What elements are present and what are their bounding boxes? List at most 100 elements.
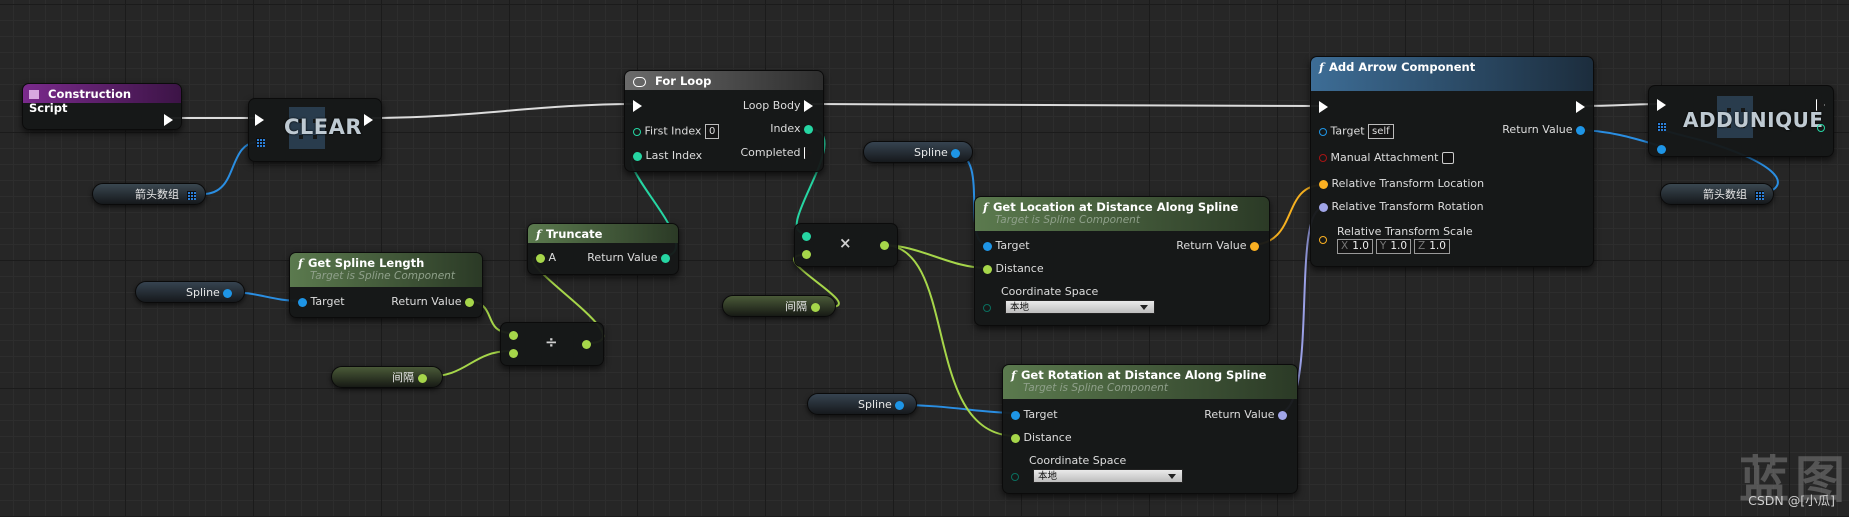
add-arrow-exec-in[interactable] [1319,100,1328,114]
get-rotation-target-pin[interactable]: Target [1011,408,1058,422]
forloop-exec-in[interactable] [633,99,642,113]
object-pin-icon [1319,127,1327,136]
target-label: Target [995,239,1030,252]
add-arrow-return-pin[interactable]: Return Value [1502,123,1585,137]
float-pin-icon [880,240,889,250]
interval-variable[interactable]: 间隔 [722,295,836,317]
scale-z-value: 1.0 [1429,240,1446,252]
clear-target-array-pin[interactable] [256,135,265,149]
object-pin-icon[interactable] [951,148,961,158]
divide-node[interactable]: ÷ [500,322,604,366]
forloop-loop-body-pin[interactable]: Loop Body [743,99,813,113]
scale-y-axis: Y [1379,240,1387,252]
coordinate-space-pin[interactable] [983,301,991,315]
variable-label: 箭头数组 [135,188,179,201]
script-icon [29,90,39,99]
float-pin-icon [1011,433,1020,443]
forloop-index-pin[interactable]: Index [770,122,813,136]
divide-input-b[interactable] [509,346,518,360]
scale-x-input[interactable]: X 1.0 [1337,239,1373,254]
loop-body-label: Loop Body [742,99,801,112]
rel-scale-label: Relative Transform Scale [1337,225,1473,238]
forloop-first-index-pin[interactable]: First Index 0 [633,124,720,139]
float-pin-icon[interactable] [417,373,427,383]
get-spline-length-node[interactable]: f Get Spline Length Target is Spline Comp… [289,252,483,318]
coordinate-space-pin[interactable] [1011,470,1019,484]
array-pin-icon[interactable] [1754,190,1764,200]
spline-length-target-pin[interactable]: Target [298,295,345,309]
add-unique-node[interactable]: ADDUNIQUE [1648,85,1834,157]
coordinate-space-dropdown[interactable]: 本地 [1005,300,1155,314]
clear-exec-in[interactable] [255,113,264,127]
return-label: Return Value [1204,408,1275,421]
float-pin-icon[interactable] [810,302,820,312]
manual-attachment-checkbox[interactable] [1441,152,1454,164]
relative-rotation-pin[interactable]: Relative Transform Rotation [1319,200,1484,214]
int-pin-icon [633,151,642,161]
relative-scale-pin[interactable] [1319,224,1327,244]
first-index-input[interactable]: 0 [704,124,720,139]
get-location-at-distance-node[interactable]: f Get Location at Distance Along Spline T… [974,196,1270,326]
relative-location-pin[interactable]: Relative Transform Location [1319,177,1484,191]
scale-z-input[interactable]: Z 1.0 [1414,239,1450,254]
add-unique-target-array-pin[interactable] [1657,119,1666,133]
clear-exec-out[interactable] [364,113,373,127]
add-arrow-exec-out[interactable] [1576,100,1585,114]
float-pin-icon [983,264,992,274]
object-pin-icon[interactable] [223,288,233,298]
array-pin-icon[interactable] [186,190,196,200]
get-rotation-return-pin[interactable]: Return Value [1204,408,1287,422]
scale-y-value: 1.0 [1390,240,1408,252]
construction-exec-out[interactable] [164,113,173,127]
spline-length-return-pin[interactable]: Return Value [391,295,474,309]
variable-label: 间隔 [785,300,807,313]
multiply-output[interactable] [880,238,889,252]
relative-scale-fields: X 1.0 Y 1.0 Z 1.0 [1337,239,1453,254]
variable-label: 间隔 [392,371,414,384]
object-pin-icon[interactable] [895,400,905,410]
scale-y-input[interactable]: Y 1.0 [1375,239,1412,254]
interval-variable[interactable]: 间隔 [331,366,443,388]
truncate-a-pin[interactable]: A [536,251,556,265]
coordinate-space-dropdown[interactable]: 本地 [1033,469,1183,483]
multiply-node[interactable]: × [794,223,898,267]
truncate-node[interactable]: f Truncate A Return Value [527,223,679,275]
arrows-array-variable[interactable]: 箭头数组 [92,183,206,205]
blueprint-graph-canvas[interactable]: Construction Script CLEAR 箭头数组 For Loop … [0,0,1849,517]
construction-script-node[interactable]: Construction Script [22,83,182,130]
object-pin-icon [983,241,992,251]
get-rotation-at-distance-node[interactable]: f Get Rotation at Distance Along Spline T… [1002,364,1298,494]
float-pin-icon [802,249,811,259]
spline-variable[interactable]: Spline [863,141,973,163]
scale-x-axis: X [1341,240,1349,252]
coordinate-space-value: 本地 [1038,471,1058,482]
get-location-return-pin[interactable]: Return Value [1176,239,1259,253]
for-loop-node[interactable]: For Loop Loop Body First Index 0 Index L… [624,70,824,172]
clear-node-title: CLEAR [284,115,363,139]
spline-variable[interactable]: Spline [135,281,245,303]
multiply-input-a[interactable] [802,229,811,243]
multiply-input-b[interactable] [802,247,811,261]
add-unique-item-pin[interactable] [1657,142,1666,156]
rotator-pin-icon [1319,202,1328,212]
get-location-distance-pin[interactable]: Distance [983,262,1044,276]
forloop-last-index-pin[interactable]: Last Index [633,149,702,163]
spline-variable[interactable]: Spline [807,393,917,415]
clear-node[interactable]: CLEAR [248,98,382,162]
add-arrow-target-pin[interactable]: Target self [1319,124,1394,139]
add-unique-exec-in[interactable] [1657,98,1666,112]
return-label: Return Value [1502,123,1573,136]
get-rotation-distance-pin[interactable]: Distance [1011,431,1072,445]
add-unique-return-pin[interactable] [1817,121,1825,135]
add-arrow-component-node[interactable]: f Add Arrow Component Target self Return … [1310,56,1594,267]
add-unique-exec-out[interactable] [1816,98,1825,112]
arrows-array-variable[interactable]: 箭头数组 [1660,183,1774,205]
manual-attachment-pin[interactable]: Manual Attachment [1319,151,1454,165]
float-pin-icon [536,253,545,263]
forloop-completed-pin[interactable]: Completed [741,146,813,160]
divide-output[interactable] [582,337,591,351]
truncate-return-pin[interactable]: Return Value [587,251,670,265]
get-location-target-pin[interactable]: Target [983,239,1030,253]
divide-input-a[interactable] [509,328,518,342]
float-pin-icon [465,297,474,307]
